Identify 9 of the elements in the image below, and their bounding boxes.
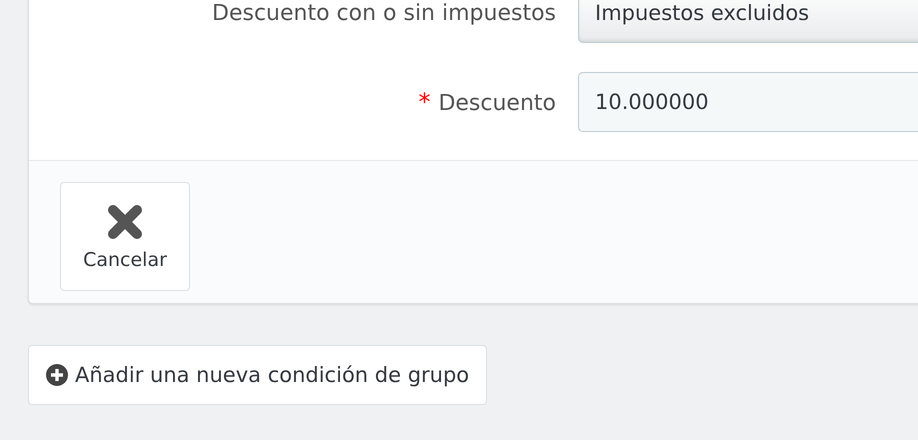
add-condition-button[interactable]: Añadir una nueva condición de grupo [28, 345, 488, 405]
field-label: Descuento con o sin impuestos [212, 0, 556, 26]
field-label: Descuento [438, 91, 556, 116]
plus-circle-icon [46, 364, 68, 386]
close-icon [106, 202, 144, 240]
required-mark: * [418, 88, 430, 116]
cancel-button[interactable]: Cancelar [60, 182, 190, 291]
input-field[interactable]: 10.000000 [578, 72, 918, 132]
select-field[interactable]: Impuestos excluidos [578, 0, 918, 43]
